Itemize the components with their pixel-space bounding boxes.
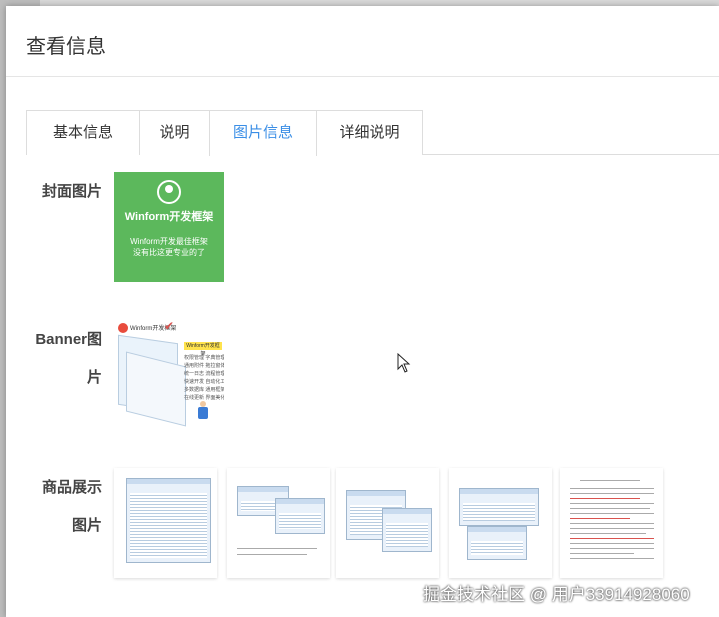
user-circle-icon [157,180,181,204]
logo-icon [118,323,128,333]
view-info-dialog: 查看信息 基本信息 说明 图片信息 详细说明 封面图片 Winform开发框架 … [6,6,719,617]
gallery-thumbnail-4[interactable] [449,468,552,578]
cover-image[interactable]: Winform开发框架 Winform开发最佳框架 没有比这更专业的了 [114,172,224,282]
tab-detailed-description[interactable]: 详细说明 [316,110,423,155]
gallery-thumbnail-3[interactable] [336,468,439,578]
banner-image-label-line2: 片 [86,369,102,386]
banner-feature-1: 权限管理 字典管理 [184,355,224,361]
cover-line-1: Winform开发最佳框架 [130,237,208,246]
cover-heading: Winform开发框架 [124,211,214,223]
gallery-thumbnail-2[interactable] [227,468,330,578]
check-icon: ✔ [164,319,175,333]
gallery-label-line2: 图片 [71,517,102,534]
gallery-thumbnail-5[interactable] [560,468,663,578]
tab-image-info[interactable]: 图片信息 [209,110,317,156]
cover-line-2: 没有比这更专业的了 [133,248,205,257]
gallery-thumbnail-1[interactable] [114,468,217,578]
tab-bar: 基本信息 说明 图片信息 详细说明 [26,110,719,156]
cover-image-label: 封面图片 [41,183,102,200]
banner-feature-3: 统一日志 流程管理 [184,371,224,377]
person-icon [198,401,208,421]
banner-feature-6: 在线更新 界面美化 [184,395,224,401]
banner-image[interactable]: Winform开发框架 ✔ Winform开发框架 权限管理 字典管理 通用附件… [114,319,224,429]
banner-feature-box: Winform开发框架 [184,342,222,357]
banner-image-label-line1: Banner图 [35,331,102,348]
tab-description[interactable]: 说明 [139,110,210,155]
gallery-label-line1: 商品展示 [41,479,102,496]
banner-feature-2: 通用附件 拖拉窗体 [184,363,224,369]
banner-feature-5: 多数据库 通用框架 [184,387,224,393]
mouse-pointer-icon [397,353,411,373]
tab-basic-info[interactable]: 基本信息 [26,110,140,155]
banner-feature-4: 快速开发 自动化工具 [184,379,224,385]
dialog-title: 查看信息 [26,36,106,58]
dialog-header: 查看信息 [6,6,719,77]
watermark-text: 掘金技术社区 @ 用户33914928060 [423,585,690,604]
